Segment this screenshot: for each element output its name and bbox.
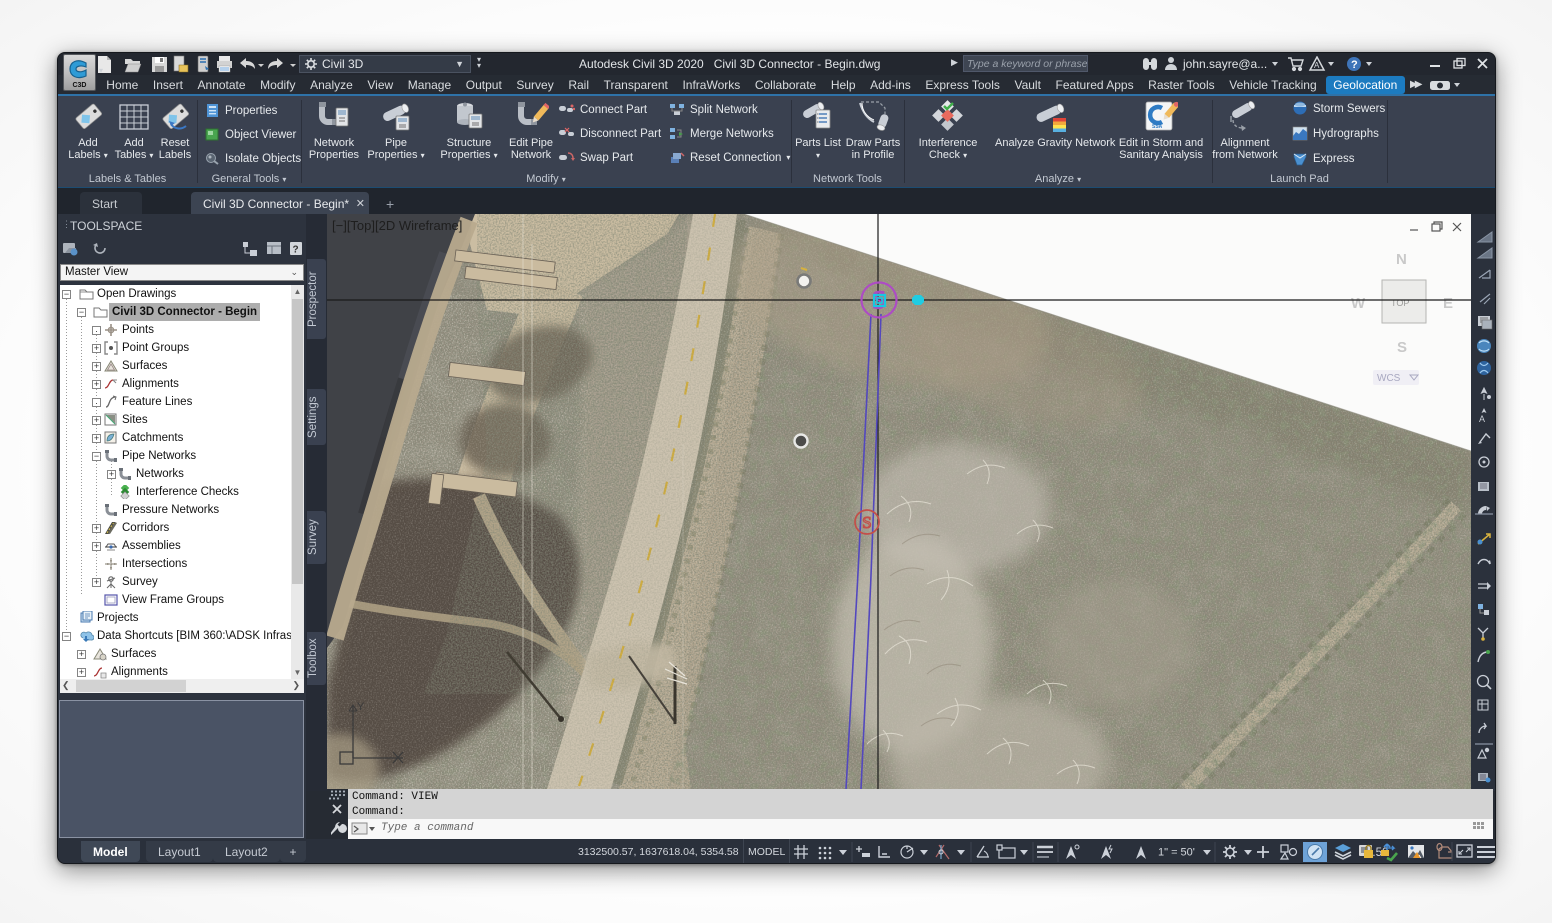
svg-text:Y: Y (357, 701, 365, 713)
svg-text:A: A (1314, 61, 1320, 70)
svg-text:E: E (1443, 295, 1453, 312)
svg-text:N: N (1396, 251, 1407, 268)
svg-text:A: A (1479, 414, 1485, 424)
svg-text:[−][Top][2D Wireframe]: [−][Top][2D Wireframe] (332, 218, 462, 233)
svg-text:S: S (862, 513, 871, 532)
svg-text:john.sayre@a...: john.sayre@a... (1182, 57, 1267, 71)
svg-text:?: ? (293, 245, 299, 256)
svg-text:1" = 50': 1" = 50' (1158, 847, 1195, 859)
svg-text:S: S (1397, 339, 1407, 356)
svg-text:WCS: WCS (1377, 373, 1401, 384)
svg-text:SSA: SSA (1152, 124, 1163, 130)
svg-text:?: ? (1351, 59, 1358, 71)
svg-text:W: W (1351, 295, 1366, 312)
